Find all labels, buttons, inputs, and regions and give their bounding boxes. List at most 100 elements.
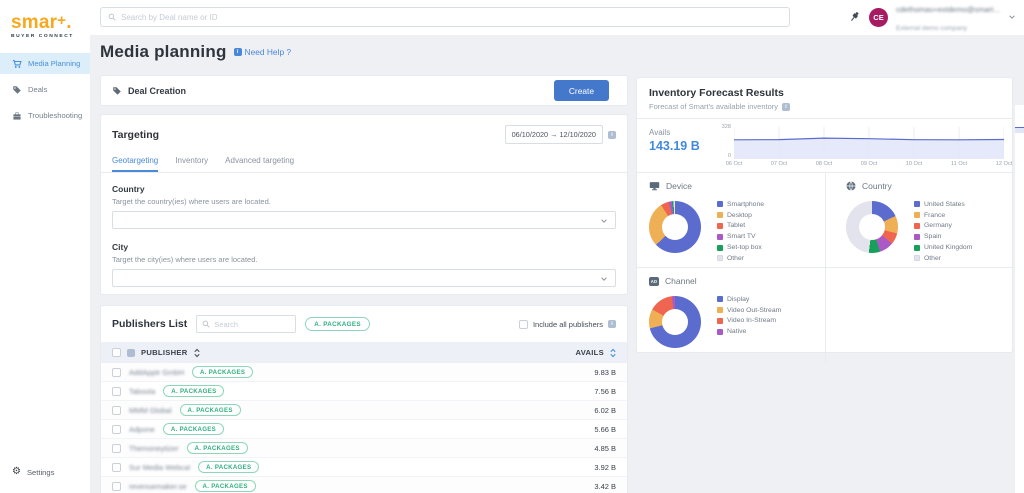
row-checkbox[interactable] <box>112 405 121 415</box>
brand-tagline: BUYER CONNECT <box>11 34 74 39</box>
publisher-name: Adpone <box>129 424 155 434</box>
packages-badge[interactable]: A. PACKAGES <box>194 480 256 492</box>
packages-badge[interactable]: A. PACKAGES <box>162 423 225 435</box>
sidebar-item-media-planning[interactable]: Media Planning <box>0 53 90 74</box>
packages-badge[interactable]: A. PACKAGES <box>198 461 260 473</box>
publishers-table-header: PUBLISHER AVAILS <box>101 342 627 363</box>
include-all-checkbox[interactable] <box>518 319 528 329</box>
legend-label: Native <box>727 328 747 336</box>
toolbox-icon <box>12 111 22 121</box>
y-axis-max-label: 328 <box>721 124 731 130</box>
brand-logo[interactable]: smar+. BUYER CONNECT <box>0 0 90 39</box>
date-range-input[interactable]: 06/10/2020 → 12/10/2020 <box>504 125 603 144</box>
legend-item-desktop: Desktop <box>717 210 764 221</box>
row-checkbox[interactable] <box>112 462 121 472</box>
packages-filter-badge[interactable]: A. PACKAGES <box>305 317 370 331</box>
tab-advanced-targeting[interactable]: Advanced targeting <box>225 150 294 172</box>
forecast-info-icon[interactable]: i <box>782 102 790 111</box>
select-all-checkbox[interactable] <box>112 348 121 357</box>
legend-swatch <box>717 233 723 240</box>
create-button[interactable]: Create <box>553 80 609 101</box>
country-select[interactable] <box>112 211 616 229</box>
sidebar-item-settings[interactable]: ⚙ Settings <box>12 467 54 477</box>
avails-column-header[interactable]: AVAILS <box>575 348 604 357</box>
tab-geotargeting[interactable]: Geotargeting <box>112 150 159 172</box>
row-checkbox[interactable] <box>112 424 121 434</box>
empty-section <box>826 268 1012 363</box>
clipped-panel-edge <box>1015 105 1024 493</box>
include-all-info-icon[interactable]: i <box>608 320 616 328</box>
avails-value: 7.56 B <box>594 386 616 396</box>
clipped-chart-fragment <box>1015 127 1024 133</box>
field-description: Target the country(ies) where users are … <box>112 197 271 206</box>
publisher-search-input[interactable] <box>214 319 285 329</box>
legend-swatch <box>717 296 723 303</box>
city-select[interactable] <box>112 269 616 287</box>
avatar[interactable]: CE <box>869 7 888 27</box>
channel-section: AD Channel Display Video Out-Stream Video … <box>637 268 826 363</box>
globe-icon <box>846 181 856 191</box>
user-email: cdethomas+extdemo@smart... <box>896 5 1000 14</box>
sidebar-item-troubleshooting[interactable]: Troubleshooting <box>0 105 90 126</box>
publisher-column-header[interactable]: PUBLISHER <box>141 348 188 357</box>
avails-value: 143.19 B <box>649 139 700 153</box>
table-row[interactable]: Taboola A. PACKAGES 7.56 B <box>101 382 627 401</box>
deal-search-input[interactable] <box>121 12 782 22</box>
row-checkbox[interactable] <box>112 443 121 453</box>
publishers-title: Publishers List <box>112 318 188 330</box>
row-checkbox[interactable] <box>112 481 121 491</box>
device-section: Device Smartphone Desktop Tablet Smart TV Se… <box>637 173 826 268</box>
legend-swatch <box>914 255 920 262</box>
row-checkbox[interactable] <box>112 386 121 396</box>
chevron-down-icon[interactable] <box>1008 13 1016 21</box>
legend-swatch <box>914 233 920 240</box>
sort-avails-icon[interactable] <box>610 348 616 358</box>
packages-badge[interactable]: A. PACKAGES <box>186 442 248 454</box>
date-info-icon[interactable]: i <box>608 130 616 139</box>
publisher-name: AddApptr GmbH <box>129 367 185 377</box>
table-row[interactable]: AddApptr GmbH A. PACKAGES 9.83 B <box>101 363 627 382</box>
publisher-search-box[interactable] <box>196 315 297 333</box>
legend-item-native: Native <box>717 326 781 337</box>
table-row[interactable]: Themoneytizer A. PACKAGES 4.85 B <box>101 439 627 458</box>
legend-label: Video In-Stream <box>727 317 776 325</box>
gear-icon: ⚙ <box>12 466 21 477</box>
packages-badge[interactable]: A. PACKAGES <box>179 404 241 416</box>
need-help-link[interactable]: i Need Help ? <box>233 47 291 57</box>
sidebar-item-deals[interactable]: Deals <box>0 79 90 100</box>
legend-label: Other <box>727 254 744 262</box>
legend-item-spain: Spain <box>914 231 972 242</box>
pushpin-icon[interactable] <box>849 11 861 23</box>
publishers-card: Publishers List A. PACKAGES Include all … <box>100 305 628 493</box>
brand-wordmark: smar+. <box>11 12 72 33</box>
table-row[interactable]: Sur Media Webcal A. PACKAGES 3.92 B <box>101 458 627 477</box>
include-all-publishers[interactable]: Include all publishers i <box>518 319 616 329</box>
sidebar: smar+. BUYER CONNECT Media Planning Deals… <box>0 0 90 493</box>
chevron-down-icon <box>600 217 608 225</box>
legend-swatch <box>914 222 920 229</box>
x-axis-tick-label: 12 Oct <box>995 161 1013 167</box>
forecast-title: Inventory Forecast Results <box>649 87 784 99</box>
legend-swatch <box>717 212 723 219</box>
x-axis-tick-label: 11 Oct <box>950 161 968 167</box>
table-row[interactable]: Adpone A. PACKAGES 5.66 B <box>101 420 627 439</box>
legend-label: United Kingdom <box>924 244 973 252</box>
country-section: Country United States France Germany Spain U… <box>826 173 1012 268</box>
table-row[interactable]: MMM Global A. PACKAGES 6.02 B <box>101 401 627 420</box>
x-axis-tick-label: 06 Oct <box>725 161 743 167</box>
row-checkbox[interactable] <box>112 367 121 377</box>
field-description: Target the city(ies) where users are loc… <box>112 255 258 264</box>
legend-label: Tablet <box>727 222 746 230</box>
packages-badge[interactable]: A. PACKAGES <box>192 366 254 378</box>
packages-badge[interactable]: A. PACKAGES <box>163 385 225 397</box>
legend-item-display: Display <box>717 294 781 305</box>
table-row[interactable]: revenuemaker.se A. PACKAGES 3.42 B <box>101 477 627 493</box>
legend-swatch <box>717 244 723 251</box>
publisher-type-icon <box>127 348 135 357</box>
deal-search-box[interactable] <box>100 7 790 27</box>
page-title: Media planning <box>100 42 227 61</box>
user-info[interactable]: cdethomas+extdemo@smart... External demo… <box>896 0 1000 35</box>
tab-inventory[interactable]: Inventory <box>175 150 208 172</box>
sort-publisher-icon[interactable] <box>193 348 200 358</box>
avails-value: 3.92 B <box>594 462 616 472</box>
